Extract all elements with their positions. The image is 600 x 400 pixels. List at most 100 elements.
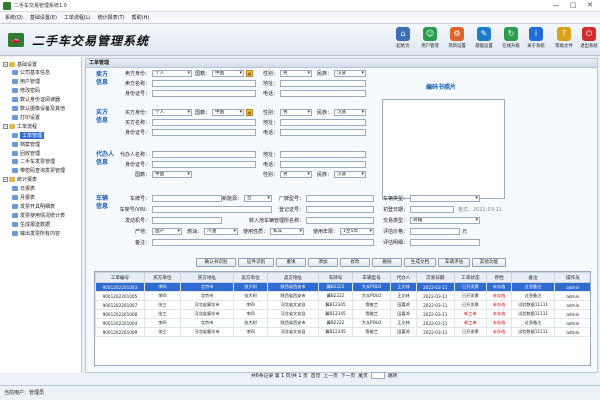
menu-base-settings[interactable]: 基础设置(E) [30,14,57,21]
tree-item[interactable]: 输出发票所有内容 [12,229,60,237]
agent-gender-select[interactable]: 男 [280,171,312,178]
buyer-calendar-icon[interactable]: ▦ [246,109,253,116]
menu-help[interactable]: 帮助(H) [132,14,150,21]
column-header[interactable]: 卖方地址 [267,272,319,283]
vehicle-type-select[interactable] [410,195,480,202]
pager-first[interactable]: 首页 [311,372,321,379]
tree-item[interactable]: 数认身份证阅读器 [12,96,60,104]
tree-item[interactable]: 公司基本信息 [12,69,50,77]
fuel-select[interactable]: 汽油 [204,228,238,235]
agent-ethnic-select[interactable]: 汉族 [334,171,366,178]
pager-go[interactable]: 跳转 [388,372,398,379]
seller-identity-select[interactable]: 个人 [152,70,192,77]
tree-item[interactable]: 修改密码 [12,87,40,95]
delete-button[interactable]: 删除 [372,258,402,267]
table-row[interactable]: 9001202201005 李四 北京市 张大树 陕西省西安市 冀B2222 大众POLO 王… [95,291,590,301]
buyer-country-select[interactable]: 中国 [212,109,244,116]
seller-phone-input[interactable] [280,90,366,97]
menu-system[interactable]: 系统(Q) [5,14,23,21]
add-button[interactable]: 添加 [308,258,338,267]
tree-item[interactable]: 带密码查询发票管理 [12,167,65,175]
table-row[interactable]: 9001202201007 张三 河北省廊坊市 李四 河北省文安县 冀B12345 雪佛兰田… [95,300,590,310]
agent-address-input[interactable] [280,151,366,158]
generate-doc-button[interactable]: 生成文档 [404,258,436,267]
seller-calendar-icon[interactable]: ▦ [246,70,253,77]
close-button[interactable]: ✕ [582,1,598,10]
pager-next[interactable]: 下一页 [341,372,355,379]
plate-input[interactable] [152,195,222,202]
menu-reports[interactable]: 统计报表(T) [98,14,125,21]
tree-item[interactable]: 发票使用情况统计表 [12,211,65,219]
toolbar-project-settings-button[interactable]: ⚙ 项目设置 [444,27,470,54]
pager-last[interactable]: 尾页 [358,372,368,379]
seller-id-input[interactable] [152,90,256,97]
reg-cert-input[interactable] [306,206,374,213]
buyer-id-input[interactable] [152,129,256,136]
column-header[interactable]: 车辆型号 [351,272,392,283]
toolbar-base-settings-button[interactable]: ✎ 基础设置 [471,27,497,54]
agent-country-select[interactable]: 中国 [152,171,192,178]
tree-item[interactable]: 日报表 [12,185,35,193]
table-row[interactable]: 9001202201009 张三 河北省廊坊市 李四 河北省文安县 冀B12345 雪佛兰田… [95,327,590,337]
maker-input[interactable] [306,195,374,202]
column-header[interactable]: 代办人 [390,272,417,283]
deal-type-select[interactable]: 转籍 [410,217,480,224]
toolbar-upgrade-button[interactable]: ↻ 在线升级 [498,27,524,54]
tree-group[interactable]: − 工单流程 [3,122,37,130]
new-energy-select[interactable]: 否 [244,195,272,202]
column-header[interactable]: 车牌号 [318,272,353,283]
vin-input[interactable] [152,206,272,213]
toolbar-home-page-button[interactable]: ⌂ 起始页 [390,27,416,54]
recognize-cert-button[interactable]: 确认书识别 [196,258,236,267]
tree-group[interactable]: − 基础设置 [3,60,37,68]
agent-id-input[interactable] [152,161,256,168]
column-header[interactable]: 存档 [485,272,513,283]
minimize-button[interactable]: — [548,1,564,10]
tree-item[interactable]: 用户管理 [12,78,40,86]
column-header[interactable]: 操作员 [553,272,590,283]
transfer-office-input[interactable] [306,217,374,224]
toolbar-info-button[interactable]: i 关于系统 [523,27,549,54]
edit-button[interactable]: 修改 [340,258,370,267]
toolbar-user-button[interactable]: ☺ 用户管理 [417,27,443,54]
buyer-ethnic-select[interactable]: 汉族 [334,109,366,116]
collapse-icon[interactable]: − [3,123,8,129]
reset-button[interactable]: 重填 [276,258,306,267]
maximize-button[interactable]: □ [565,1,581,10]
seller-name-input[interactable] [152,80,256,87]
toolbar-help-button[interactable]: ? 帮助文件 [551,27,577,54]
buyer-name-input[interactable] [152,119,256,126]
tree-item[interactable]: 月报表 [12,194,35,202]
seller-ethnic-select[interactable]: 汉族 [334,70,366,77]
usage-select[interactable]: 私车 [270,228,304,235]
column-header[interactable]: 工单状态 [453,272,487,283]
vehicle-assess-button[interactable]: 车辆评估 [438,258,470,267]
menu-workflow[interactable]: 工单流程(L) [64,14,91,21]
seller-gender-select[interactable]: 男 [280,70,312,77]
table-row[interactable]: 9001202201003 李四 北京市 张大树 陕西省西安市 冀B2222 大众POLO 王… [95,282,590,292]
buyer-phone-input[interactable] [280,129,366,136]
column-header[interactable]: 卖方单位 [233,272,269,283]
pager-prev[interactable]: 上一页 [323,372,337,379]
buyer-gender-select[interactable]: 男 [280,109,312,116]
agent-phone-input[interactable] [280,161,366,168]
engine-input[interactable] [152,217,222,224]
column-header[interactable]: 工单编号 [95,272,145,283]
other-functions-button[interactable]: 其他功能 [472,258,506,267]
buyer-address-input[interactable] [280,119,366,126]
reg-date-input[interactable] [410,206,454,213]
price-input[interactable] [410,228,460,235]
table-row[interactable]: 9001202201008 张三 河北省廊坊市 李四 河北省文安县 冀B12345 雪佛兰田… [95,309,590,319]
agent-name-input[interactable] [152,151,256,158]
tree-item[interactable]: 二手车发票管理 [12,158,55,166]
collapse-icon[interactable]: − [3,177,8,183]
tree-item[interactable]: 数认摄像设备及其他 [12,105,65,113]
tree-item[interactable]: 打印设置 [12,113,40,121]
seller-country-select[interactable]: 中国 [212,70,244,77]
tree-item[interactable]: 发票开具明细表 [12,202,55,210]
years-select[interactable]: 1至5年 [340,228,374,235]
column-header[interactable]: 买方单位 [143,272,181,283]
column-header[interactable]: 交易日期 [415,272,455,283]
table-row[interactable]: 9001202201004 李四 北京市 张大树 陕西省西安市 冀B2222 大众POLO 王… [95,318,590,328]
assess-input[interactable] [410,239,480,246]
